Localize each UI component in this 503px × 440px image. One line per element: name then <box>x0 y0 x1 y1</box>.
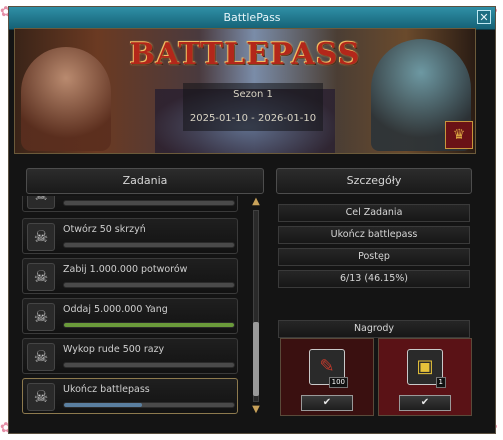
goal-label: Cel Zadania <box>278 204 470 222</box>
title-bar[interactable]: BattlePass ✕ <box>9 7 495 30</box>
skull-icon: ☠ <box>27 263 55 291</box>
goal-value: Ukończ battlepass <box>278 226 470 244</box>
task-row[interactable]: ☠ Zabij 1.000.000 potworów <box>22 258 238 294</box>
task-progress-bar <box>63 200 235 206</box>
task-row[interactable]: ☠ <box>22 196 238 212</box>
task-row[interactable]: ☠ Oddaj 5.000.000 Yang <box>22 298 238 334</box>
progress-label: Postęp <box>278 248 470 266</box>
reward-count: 1 <box>435 377 446 388</box>
task-row[interactable]: ☠ Otwórz 50 skrzyń <box>22 218 238 254</box>
tasks-header: Zadania <box>26 168 264 194</box>
task-name: Oddaj 5.000.000 Yang <box>63 304 168 315</box>
golden-chest-icon[interactable]: ▣ 1 <box>407 349 446 388</box>
trophy-button[interactable]: ♛ <box>445 121 473 149</box>
skull-icon: ☠ <box>27 223 55 251</box>
tasks-scrollbar[interactable]: ▲ ▼ <box>250 196 262 416</box>
scroll-down-arrow-icon[interactable]: ▼ <box>250 404 262 416</box>
claim-reward-button[interactable]: ✔ <box>399 395 451 411</box>
task-row[interactable]: ☠ Wykop rude 500 razy <box>22 338 238 374</box>
scroll-up-arrow-icon[interactable]: ▲ <box>250 196 262 208</box>
skull-icon: ☠ <box>27 383 55 411</box>
details-header: Szczegóły <box>276 168 472 194</box>
task-name: Ukończ battlepass <box>63 384 150 395</box>
trophy-icon: ♛ <box>452 127 466 143</box>
tasks-list: ☠ ☠ Otwórz 50 skrzyń ☠ Zabij 1.000.000 p… <box>22 196 246 416</box>
scroll-thumb[interactable] <box>253 322 259 396</box>
task-row-selected[interactable]: ☠ Ukończ battlepass <box>22 378 238 414</box>
task-name: Zabij 1.000.000 potworów <box>63 264 188 275</box>
reward-slot: ▣ 1 ✔ <box>378 338 472 416</box>
task-name: Wykop rude 500 razy <box>63 344 165 355</box>
close-button[interactable]: ✕ <box>477 10 491 24</box>
task-progress-bar <box>63 362 235 368</box>
season-dates: 2025-01-10 - 2026-01-10 <box>189 113 317 124</box>
battlepass-banner: BATTLEPASS Sezon 1 2025-01-10 - 2026-01-… <box>14 28 476 154</box>
battlepass-logo: BATTLEPASS <box>129 37 361 72</box>
task-progress-bar <box>63 402 235 408</box>
skull-icon: ☠ <box>27 196 55 209</box>
rewards-label: Nagrody <box>278 320 470 338</box>
red-scroll-icon[interactable]: ✎ 100 <box>309 349 348 388</box>
task-progress-bar <box>63 322 235 328</box>
reward-count: 100 <box>328 377 348 388</box>
task-name: Otwórz 50 skrzyń <box>63 224 146 235</box>
skull-icon: ☠ <box>27 303 55 331</box>
claim-reward-button[interactable]: ✔ <box>301 395 353 411</box>
close-icon: ✕ <box>479 11 489 24</box>
season-label: Sezon 1 <box>233 89 273 100</box>
reward-slot: ✎ 100 ✔ <box>280 338 374 416</box>
season-info: Sezon 1 2025-01-10 - 2026-01-10 <box>183 83 323 131</box>
window-title: BattlePass <box>223 11 281 24</box>
skull-icon: ☠ <box>27 343 55 371</box>
progress-value: 6/13 (46.15%) <box>278 270 470 288</box>
task-progress-bar <box>63 282 235 288</box>
task-progress-bar <box>63 242 235 248</box>
